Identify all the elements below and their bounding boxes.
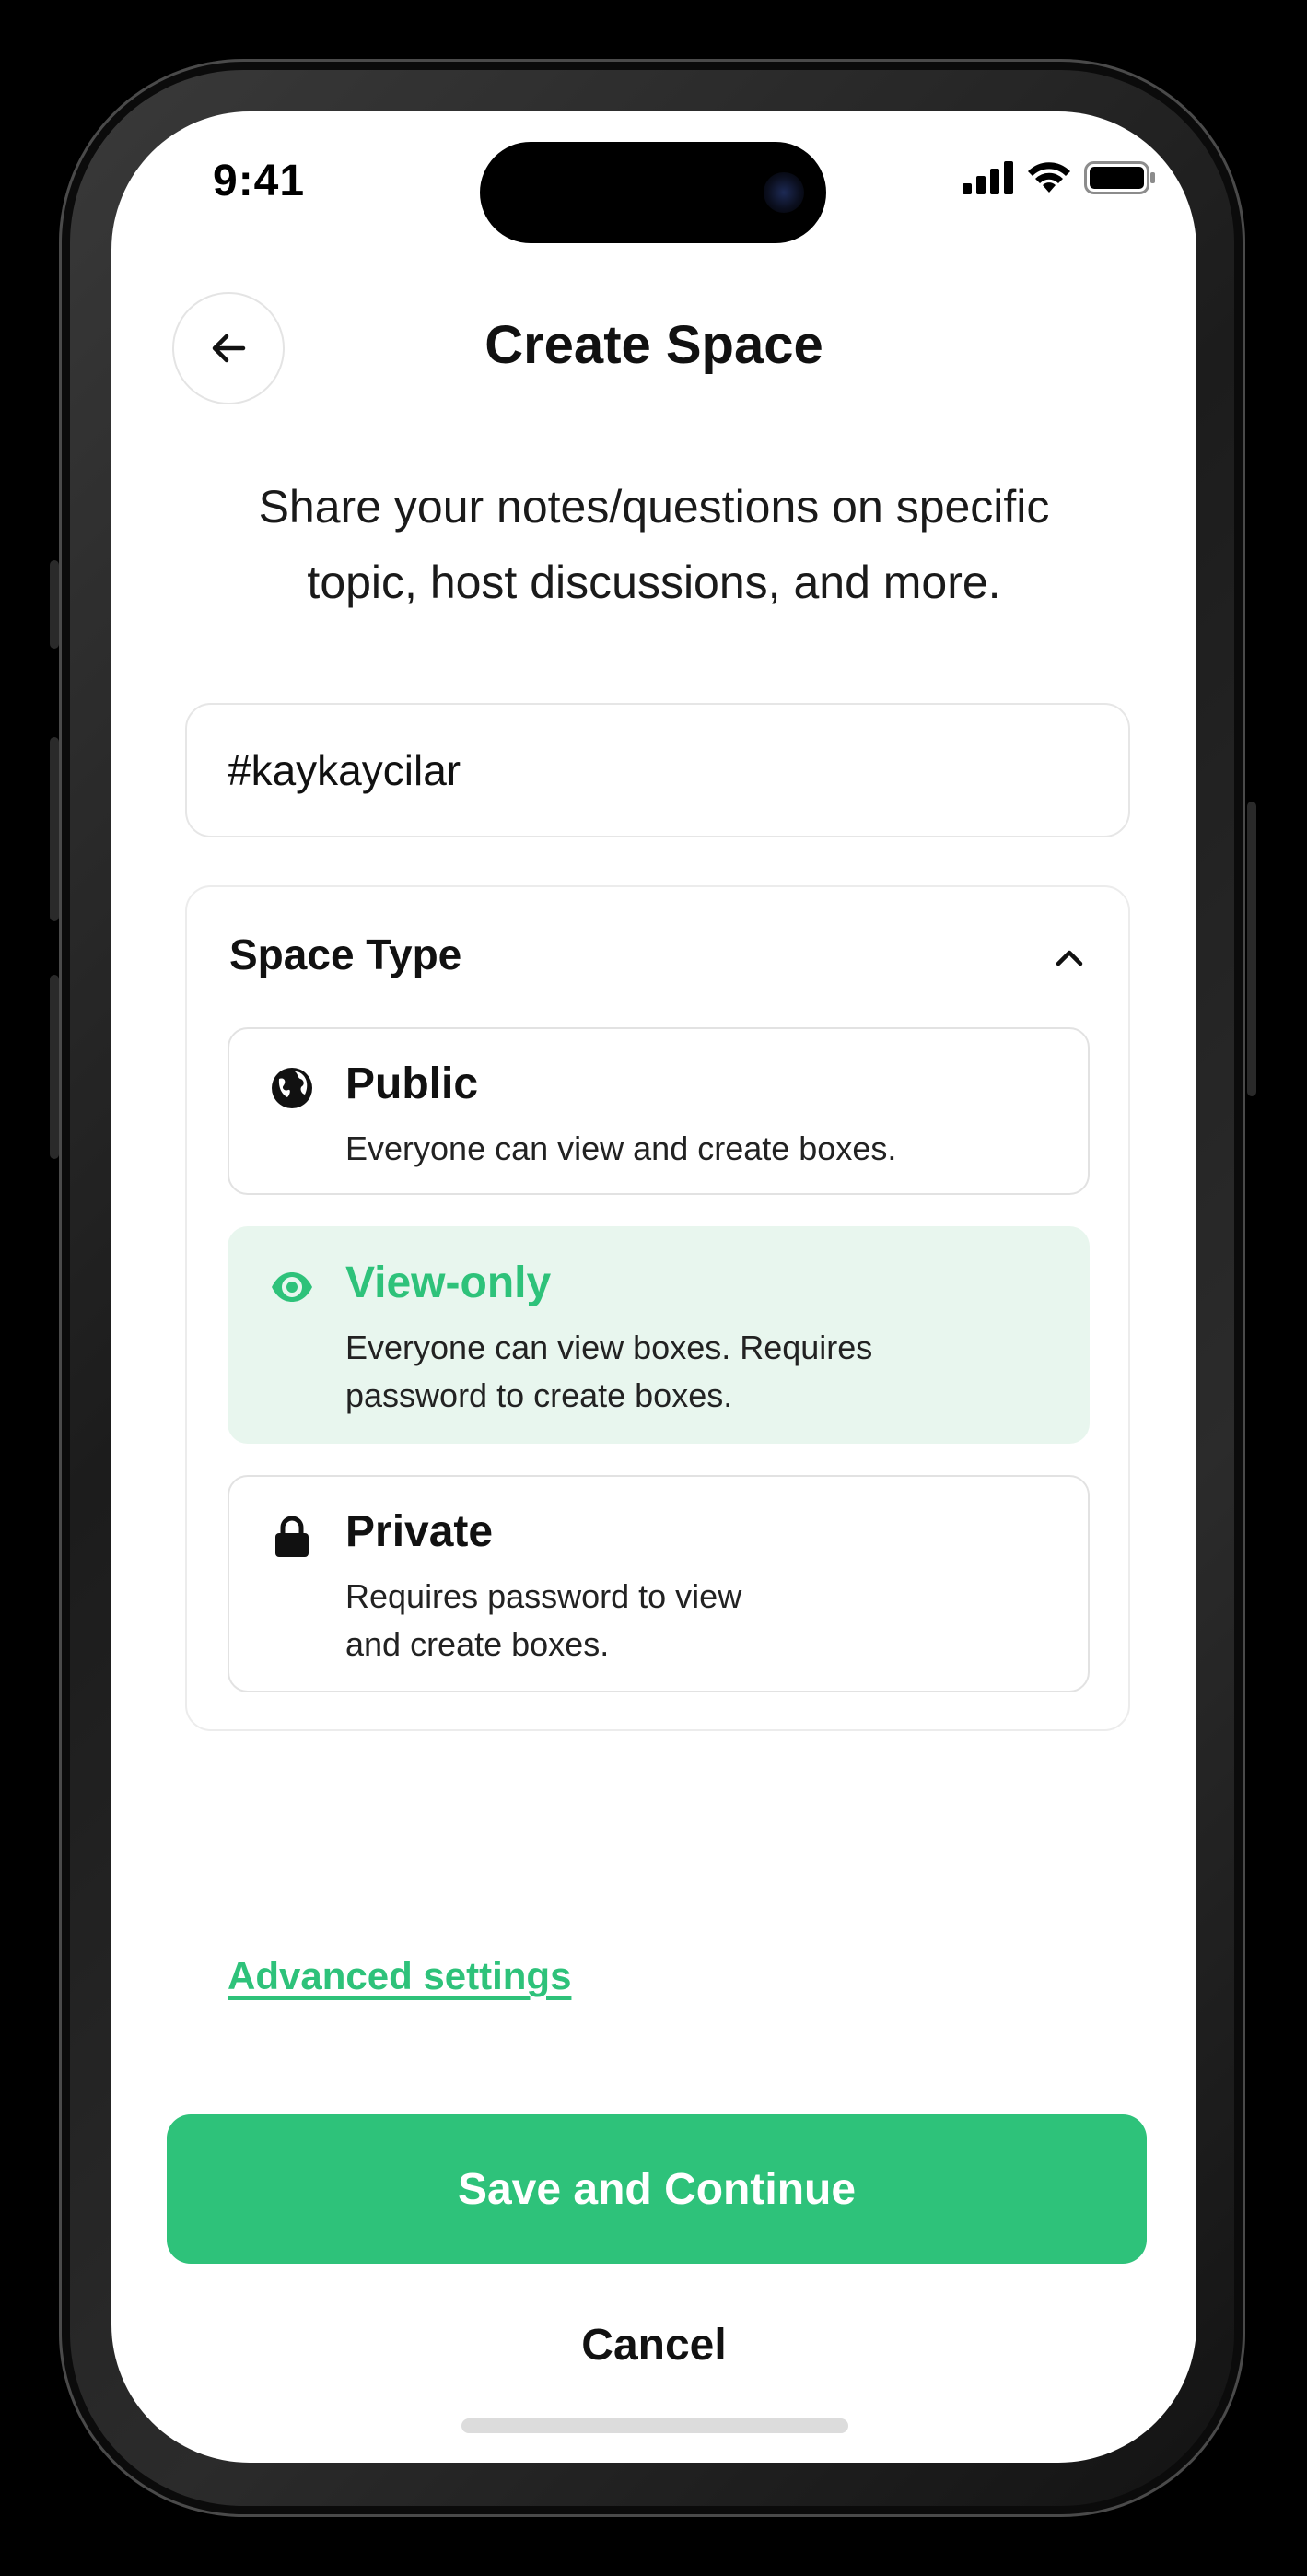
space-type-label: Space Type bbox=[229, 931, 462, 978]
globe-icon bbox=[272, 1068, 312, 1108]
home-indicator[interactable] bbox=[461, 2418, 848, 2433]
status-time: 9:41 bbox=[213, 157, 306, 205]
option-description: Everyone can view boxes. Requires passwo… bbox=[345, 1329, 873, 1414]
save-and-continue-button[interactable]: Save and Continue bbox=[167, 2114, 1147, 2264]
action-button bbox=[50, 560, 59, 649]
space-name-input[interactable] bbox=[185, 703, 1130, 837]
space-type-option-view-only[interactable]: View-only Everyone can view boxes. Requi… bbox=[228, 1226, 1090, 1444]
chevron-up-icon[interactable] bbox=[1051, 939, 1088, 976]
space-type-option-private[interactable]: Private Requires password to view and cr… bbox=[228, 1475, 1090, 1692]
battery-icon bbox=[1084, 161, 1155, 194]
volume-up-button bbox=[50, 737, 59, 921]
signal-icon bbox=[963, 161, 1013, 194]
camera-icon bbox=[764, 172, 804, 213]
volume-down-button bbox=[50, 975, 59, 1159]
option-title: View-only bbox=[345, 1259, 552, 1307]
dynamic-island bbox=[480, 142, 826, 243]
power-button bbox=[1247, 802, 1256, 1096]
option-description: Requires password to view and create box… bbox=[345, 1577, 742, 1663]
cancel-button[interactable]: Cancel bbox=[111, 2300, 1196, 2392]
space-type-option-public[interactable]: Public Everyone can view and create boxe… bbox=[228, 1027, 1090, 1195]
page-title: Create Space bbox=[484, 315, 823, 375]
eye-icon bbox=[272, 1272, 312, 1302]
status-icons bbox=[963, 161, 1156, 194]
lock-icon bbox=[275, 1516, 309, 1557]
option-title: Private bbox=[345, 1507, 494, 1556]
advanced-settings-link[interactable]: Advanced settings bbox=[228, 1954, 571, 1998]
app-screen: 9:41 Create Space Share your notes/quest… bbox=[111, 111, 1196, 2463]
space-type-panel: Space Type Public Everyone can view and … bbox=[185, 885, 1130, 1731]
page-subtitle: Share your notes/questions on specific t… bbox=[258, 481, 1050, 608]
option-title: Public bbox=[345, 1060, 479, 1108]
wifi-icon bbox=[1028, 162, 1070, 193]
option-description: Everyone can view and create boxes. bbox=[345, 1130, 897, 1167]
